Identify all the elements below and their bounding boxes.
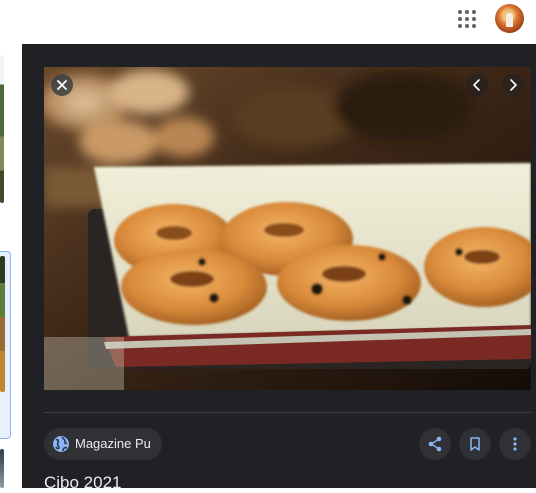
next-image-button[interactable] [502,74,524,96]
previous-image-button[interactable] [466,74,488,96]
more-options-button[interactable] [499,428,531,460]
result-thumbnail[interactable] [0,55,4,203]
save-button[interactable] [459,428,491,460]
globe-icon [53,436,69,452]
selected-result-thumbnail[interactable] [0,256,5,392]
close-icon [57,80,67,90]
apps-grid-icon[interactable] [455,7,479,31]
avatar-figure [506,13,513,27]
close-button[interactable] [51,74,73,96]
chevron-right-icon [510,79,517,91]
account-avatar[interactable] [495,4,524,33]
share-button[interactable] [419,428,451,460]
image-title[interactable]: Cibo 2021 [44,473,122,493]
share-icon [428,436,442,452]
source-link-chip[interactable]: Magazine Pu [44,428,162,460]
result-thumbnail[interactable] [0,449,4,488]
bookmark-icon [470,437,480,451]
chevron-left-icon [473,79,480,91]
image-preview-panel: Magazine Pu Cibo 2021 [22,44,536,492]
top-bar [0,0,536,44]
preview-image[interactable] [44,67,531,390]
divider [44,412,531,413]
source-name: Magazine Pu [75,436,151,451]
more-vert-icon [513,437,517,451]
